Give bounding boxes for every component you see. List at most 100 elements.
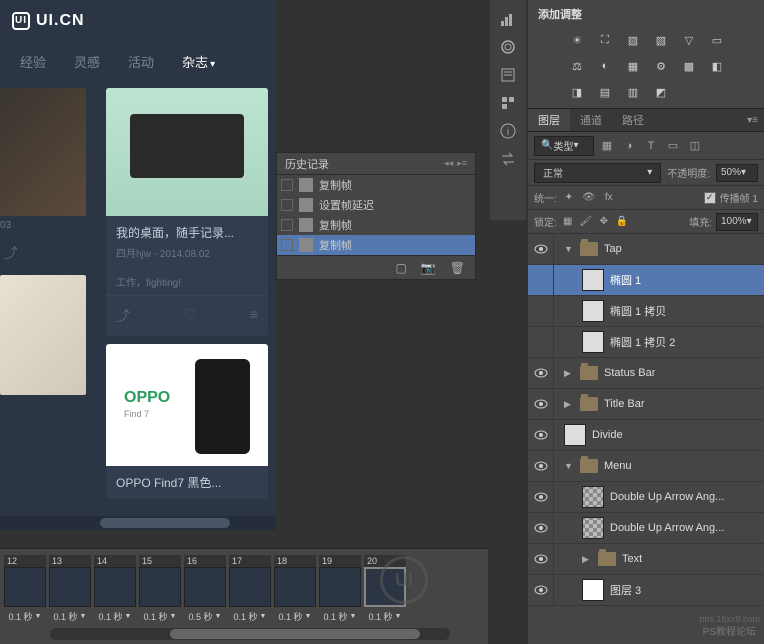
propagate-frame-check[interactable]: ✓ 传播帧 1 (704, 190, 758, 205)
layer-row[interactable]: ▼Menu (528, 451, 764, 482)
folder-toggle-icon[interactable]: ▶ (564, 368, 574, 379)
layer-visibility[interactable] (528, 296, 554, 326)
timeline-frame[interactable]: 140.1 秒▼ (94, 555, 136, 623)
watch-card[interactable]: 03 ⤴ (0, 88, 90, 499)
layer-row[interactable]: 椭圆 1 拷贝 2 (528, 327, 764, 358)
history-menu-icon[interactable]: ▸≡ (457, 158, 467, 169)
timeline-frame[interactable]: 150.1 秒▼ (139, 555, 181, 623)
timeline-frame[interactable]: 180.1 秒▼ (274, 555, 316, 623)
frame-duration[interactable]: 0.1 秒▼ (279, 610, 312, 623)
blend-mode-dropdown[interactable]: 正常 ▾ (534, 163, 661, 183)
history-item[interactable]: 复制帧 (277, 215, 475, 235)
unify-vis-icon[interactable]: 👁 (581, 190, 597, 206)
history-snapshot-icon[interactable]: 📷 (421, 261, 436, 275)
menu-icon[interactable]: ≡ (250, 306, 258, 326)
history-delete-icon[interactable]: 🗑 (450, 261, 465, 275)
folder-toggle-icon[interactable]: ▶ (582, 554, 592, 565)
history-collapse-icon[interactable]: ◂◂ (444, 158, 453, 169)
adj-balance-icon[interactable]: ⚖ (568, 58, 586, 74)
adj-vibrance-icon[interactable]: ▽ (680, 32, 698, 48)
adj-brightness-icon[interactable]: ☀ (568, 32, 586, 48)
adj-levels-icon[interactable]: ⛶ (596, 32, 614, 48)
tool-histogram-icon[interactable] (495, 6, 521, 32)
browser-hscroll[interactable] (0, 516, 276, 530)
lock-all-icon[interactable]: 🔒 (615, 215, 629, 229)
adj-curves-icon[interactable]: ▨ (624, 32, 642, 48)
fill-input[interactable]: 100%▾ (716, 213, 758, 231)
nav-activity[interactable]: 活动 (128, 52, 154, 71)
history-item[interactable]: 复制帧 (277, 235, 475, 255)
adj-photo-icon[interactable]: ▦ (624, 58, 642, 74)
layer-row[interactable]: Divide (528, 420, 764, 451)
filter-kind-dropdown[interactable]: 🔍 类型 ▾ (534, 136, 594, 156)
nav-inspiration[interactable]: 灵感 (74, 52, 100, 71)
history-item[interactable]: 设置帧延迟 (277, 195, 475, 215)
desk-card[interactable]: 我的桌面，随手记录... 四月hjw - 2014.08.02 工作，fight… (106, 88, 268, 336)
heart-icon[interactable]: ♡ (184, 306, 197, 326)
layer-visibility[interactable] (528, 513, 554, 543)
timeline-frame[interactable]: 120.1 秒▼ (4, 555, 46, 623)
history-check-icon[interactable] (281, 199, 293, 211)
adj-hue-icon[interactable]: ▭ (708, 32, 726, 48)
layer-visibility[interactable] (528, 451, 554, 481)
layer-row[interactable]: Double Up Arrow Ang... (528, 513, 764, 544)
folder-toggle-icon[interactable]: ▶ (564, 399, 574, 410)
history-step-icon[interactable]: ▢ (395, 261, 406, 275)
layer-row[interactable]: Double Up Arrow Ang... (528, 482, 764, 513)
layer-row[interactable]: ▶Title Bar (528, 389, 764, 420)
sketch-thumb[interactable] (0, 275, 86, 395)
layer-visibility[interactable] (528, 358, 554, 388)
tool-paragraph-icon[interactable] (495, 62, 521, 88)
layer-visibility[interactable] (528, 544, 554, 574)
folder-toggle-icon[interactable]: ▼ (564, 461, 574, 471)
unify-pos-icon[interactable]: ✦ (561, 190, 577, 206)
nav-magazine[interactable]: 杂志▾ (182, 52, 215, 71)
hscroll-thumb[interactable] (100, 518, 230, 528)
tool-swap-icon[interactable] (495, 146, 521, 172)
lock-trans-icon[interactable]: ▦ (561, 215, 575, 229)
adj-lookup-icon[interactable]: ▩ (680, 58, 698, 74)
nav-experience[interactable]: 经验 (20, 52, 46, 71)
layer-visibility[interactable] (528, 265, 554, 295)
layer-row[interactable]: 椭圆 1 (528, 265, 764, 296)
frame-duration[interactable]: 0.1 秒▼ (9, 610, 42, 623)
filter-adjust-icon[interactable]: ◑ (620, 137, 638, 155)
layer-row[interactable]: 椭圆 1 拷贝 (528, 296, 764, 327)
tool-info-icon[interactable]: i (495, 118, 521, 144)
layer-row[interactable]: ▶Status Bar (528, 358, 764, 389)
tab-layers[interactable]: 图层 (528, 109, 570, 131)
timeline-scrollbar[interactable] (50, 628, 450, 640)
timeline-frame[interactable]: 130.1 秒▼ (49, 555, 91, 623)
lock-pixel-icon[interactable]: 🖌 (579, 215, 593, 229)
lock-pos-icon[interactable]: ✥ (597, 215, 611, 229)
history-item[interactable]: 复制帧 (277, 175, 475, 195)
folder-toggle-icon[interactable]: ▼ (564, 244, 574, 254)
adj-poster-icon[interactable]: ◨ (568, 84, 586, 100)
frame-duration[interactable]: 0.1 秒▼ (99, 610, 132, 623)
unify-style-icon[interactable]: fx (601, 190, 617, 206)
filter-type-icon[interactable]: T (642, 137, 660, 155)
adj-exposure-icon[interactable]: ▧ (652, 32, 670, 48)
layer-visibility[interactable] (528, 327, 554, 357)
panel-menu-icon[interactable]: ▾≡ (741, 115, 764, 126)
tab-paths[interactable]: 路径 (612, 109, 654, 131)
tab-channels[interactable]: 通道 (570, 109, 612, 131)
oppo-card[interactable]: OPPO Find 7 OPPO Find7 黑色... (106, 344, 268, 499)
timeline-frame[interactable]: 160.5 秒▼ (184, 555, 226, 623)
layer-visibility[interactable] (528, 482, 554, 512)
adj-gradient-icon[interactable]: ▥ (624, 84, 642, 100)
layer-visibility[interactable] (528, 389, 554, 419)
layer-visibility[interactable] (528, 575, 554, 605)
tool-swirl-icon[interactable] (495, 34, 521, 60)
history-check-icon[interactable] (281, 179, 293, 191)
frame-duration[interactable]: 0.1 秒▼ (144, 610, 177, 623)
share-icon[interactable]: ⤴ (4, 243, 18, 263)
frame-duration[interactable]: 0.1 秒▼ (324, 610, 357, 623)
opacity-input[interactable]: 50%▾ (716, 164, 758, 182)
timeline-frame[interactable]: 170.1 秒▼ (229, 555, 271, 623)
filter-smart-icon[interactable]: ◫ (686, 137, 704, 155)
layer-row[interactable]: 图层 3 (528, 575, 764, 606)
adj-bw-icon[interactable]: ◐ (596, 58, 614, 74)
layer-visibility[interactable] (528, 420, 554, 450)
frame-duration[interactable]: 0.5 秒▼ (189, 610, 222, 623)
